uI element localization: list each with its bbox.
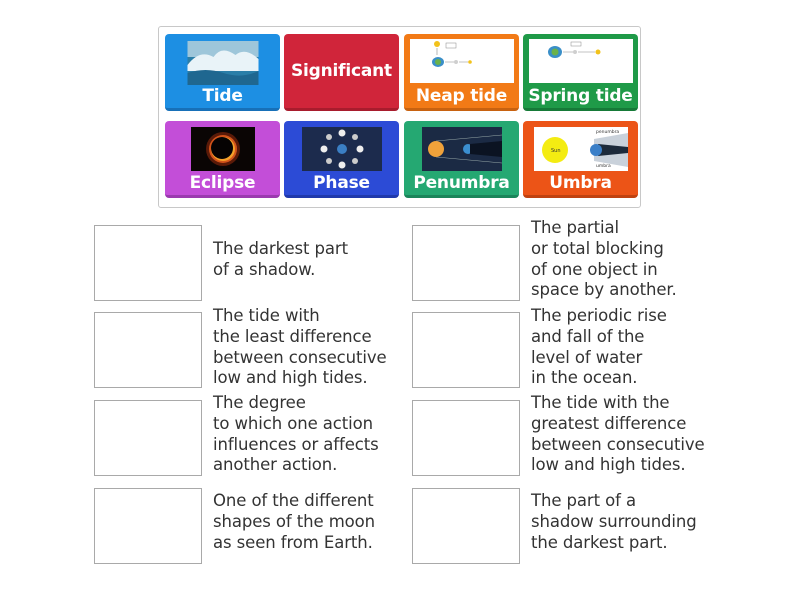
drop-slot[interactable] [412, 400, 520, 476]
answer-tile-tray: Tide Significant Neap tide Spring tide E… [158, 26, 641, 208]
definition-text: One of the different shapes of the moon … [213, 491, 376, 552]
sun-label: Sun [551, 148, 561, 154]
tile-umbra[interactable]: Sun penumbra umbra Umbra [523, 121, 638, 198]
tile-phase[interactable]: Phase [284, 121, 399, 198]
drop-slot[interactable] [412, 488, 520, 564]
drop-slot[interactable] [94, 400, 202, 476]
tile-label: Umbra [549, 173, 612, 193]
tile-tide[interactable]: Tide [165, 34, 280, 111]
tile-label: Penumbra [413, 173, 510, 193]
drop-slot[interactable] [412, 225, 520, 301]
definition-text: The periodic rise and fall of the level … [531, 306, 667, 388]
definition-text: The tide with the greatest difference be… [531, 393, 705, 475]
definition-text: The tide with the least difference betwe… [213, 306, 387, 388]
definition-text: The partial or total blocking of one obj… [531, 218, 677, 300]
tile-significant[interactable]: Significant [284, 34, 399, 111]
tile-label: Tide [202, 86, 243, 106]
drop-slot[interactable] [412, 312, 520, 388]
tile-neap-tide[interactable]: Neap tide [404, 34, 519, 111]
definition-text: The darkest part of a shadow. [213, 239, 348, 279]
umbra-penumbra-diagram: Sun penumbra umbra [533, 127, 628, 171]
earth-shadow-diagram [421, 127, 502, 171]
solar-eclipse-image [190, 127, 255, 171]
drop-slot[interactable] [94, 225, 202, 301]
ocean-wave-image [187, 41, 258, 85]
umbra-label: umbra [596, 163, 611, 169]
definition-text: The degree to which one action influence… [213, 393, 379, 475]
penumbra-label: penumbra [596, 129, 619, 135]
tile-label: Neap tide [415, 86, 508, 106]
tile-label: Eclipse [189, 173, 256, 193]
moon-phases-diagram [301, 127, 382, 171]
tile-eclipse[interactable]: Eclipse [165, 121, 280, 198]
tile-label: Significant [291, 61, 392, 81]
drop-slot[interactable] [94, 488, 202, 564]
tile-label: Spring tide [528, 86, 633, 106]
drop-slot[interactable] [94, 312, 202, 388]
spring-tide-diagram [528, 39, 633, 83]
tile-label: Phase [313, 173, 370, 193]
tile-spring-tide[interactable]: Spring tide [523, 34, 638, 111]
neap-tide-diagram [409, 39, 514, 83]
tile-penumbra[interactable]: Penumbra [404, 121, 519, 198]
definition-text: The part of a shadow surrounding the dar… [531, 491, 697, 552]
